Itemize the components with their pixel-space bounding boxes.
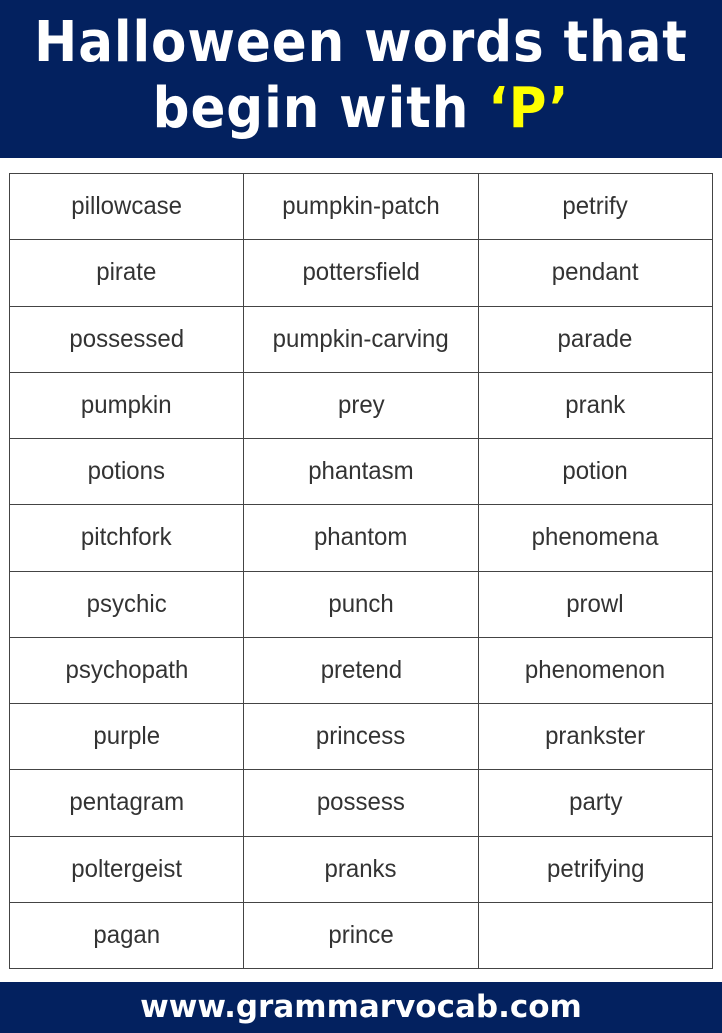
word-text: phenomenon	[525, 655, 666, 684]
word-text: phenomena	[531, 523, 659, 552]
word-cell: pillowcase	[8, 172, 245, 241]
word-text: pretend	[320, 655, 402, 684]
word-text: princess	[316, 722, 406, 751]
word-text: potions	[87, 457, 166, 486]
word-cell: pirate	[8, 239, 245, 307]
word-cell: petrifying	[477, 835, 714, 903]
word-cell: psychopath	[8, 636, 245, 705]
word-cell	[477, 901, 714, 970]
table-row: pitchfork phantom phenomena	[8, 504, 714, 572]
word-text: pirate	[96, 258, 157, 287]
word-cell: purple	[8, 702, 245, 771]
word-cell: pagan	[8, 901, 245, 970]
word-text: phantasm	[308, 457, 414, 486]
word-text: psychopath	[65, 655, 189, 684]
word-text: petrify	[562, 192, 629, 221]
word-cell: pumpkin-carving	[243, 305, 479, 373]
word-text: pumpkin-patch	[282, 192, 440, 221]
website-url: www.grammarvocab.com	[140, 989, 582, 1025]
table-row: pentagram possess party	[8, 769, 714, 837]
table-row: psychic punch prowl	[8, 570, 714, 638]
word-cell: pendant	[477, 239, 714, 307]
word-cell: party	[477, 769, 714, 837]
table-row: pagan prince	[8, 901, 714, 970]
word-text: prank	[565, 390, 626, 419]
word-text: pumpkin	[81, 390, 173, 419]
word-text: potion	[562, 457, 629, 486]
table-row: poltergeist pranks petrifying	[8, 835, 714, 903]
word-table: pillowcase pumpkin-patch petrify pirate pott…	[8, 172, 714, 970]
word-cell: pitchfork	[8, 504, 245, 572]
word-cell: phantom	[243, 504, 479, 572]
word-cell: pentagram	[8, 769, 245, 837]
word-cell: phantasm	[243, 437, 479, 506]
word-cell: pottersfield	[243, 239, 479, 307]
table-row: psychopath pretend phenomenon	[8, 636, 714, 705]
word-text: prankster	[545, 722, 646, 751]
word-cell: pumpkin	[8, 371, 245, 440]
word-text: phantom	[314, 523, 408, 552]
word-cell: possessed	[8, 305, 245, 373]
word-text: prowl	[566, 589, 625, 618]
word-cell: pranks	[243, 835, 479, 903]
word-text: party	[568, 788, 623, 817]
word-cell: princess	[243, 702, 479, 771]
word-cell: parade	[477, 305, 714, 373]
word-text: pendant	[551, 258, 639, 287]
word-text: petrifying	[546, 854, 645, 883]
word-text: purple	[93, 722, 161, 751]
word-text: pillowcase	[71, 192, 183, 221]
title-line-2-prefix: begin with	[152, 76, 489, 141]
title-line-2: begin with ‘P’	[29, 76, 693, 142]
word-cell: phenomenon	[477, 636, 714, 705]
word-cell: possess	[243, 769, 479, 837]
title-letter-highlight: ‘P’	[488, 76, 570, 141]
table-row: possessed pumpkin-carving parade	[8, 305, 714, 373]
word-text: pumpkin-carving	[272, 324, 450, 353]
word-text: possess	[316, 788, 406, 817]
word-cell: psychic	[8, 570, 245, 638]
word-cell: potions	[8, 437, 245, 506]
word-cell: prey	[243, 371, 479, 440]
word-text: poltergeist	[71, 854, 183, 883]
word-text: pranks	[324, 854, 398, 883]
word-cell: prowl	[477, 570, 714, 638]
word-cell: petrify	[477, 172, 714, 241]
word-cell: prince	[243, 901, 479, 970]
table-row: pillowcase pumpkin-patch petrify	[8, 172, 714, 241]
word-cell: prank	[477, 371, 714, 440]
word-cell: prankster	[477, 702, 714, 771]
word-text: pottersfield	[302, 258, 420, 287]
table-row: purple princess prankster	[8, 702, 714, 771]
word-cell: pumpkin-patch	[243, 172, 479, 241]
word-cell: pretend	[243, 636, 479, 705]
word-text: prince	[328, 920, 394, 949]
title-line-1: Halloween words that	[34, 10, 688, 75]
table-row: pumpkin prey prank	[8, 371, 714, 440]
word-text: punch	[328, 589, 394, 618]
word-cell: punch	[243, 570, 479, 638]
word-cell: poltergeist	[8, 835, 245, 903]
word-text: prey	[337, 390, 385, 419]
word-text: pagan	[93, 920, 161, 949]
word-text: possessed	[69, 324, 185, 353]
website-footer: www.grammarvocab.com	[0, 982, 722, 1033]
table-row: potions phantasm potion	[8, 437, 714, 506]
title-banner: Halloween words that begin with ‘P’	[0, 0, 722, 158]
word-text: pitchfork	[81, 523, 173, 552]
word-cell: potion	[477, 437, 714, 506]
word-cell: phenomena	[477, 504, 714, 572]
word-text: psychic	[86, 589, 167, 618]
table-row: pirate pottersfield pendant	[8, 239, 714, 307]
word-text: pentagram	[69, 788, 185, 817]
word-text: parade	[557, 324, 633, 353]
